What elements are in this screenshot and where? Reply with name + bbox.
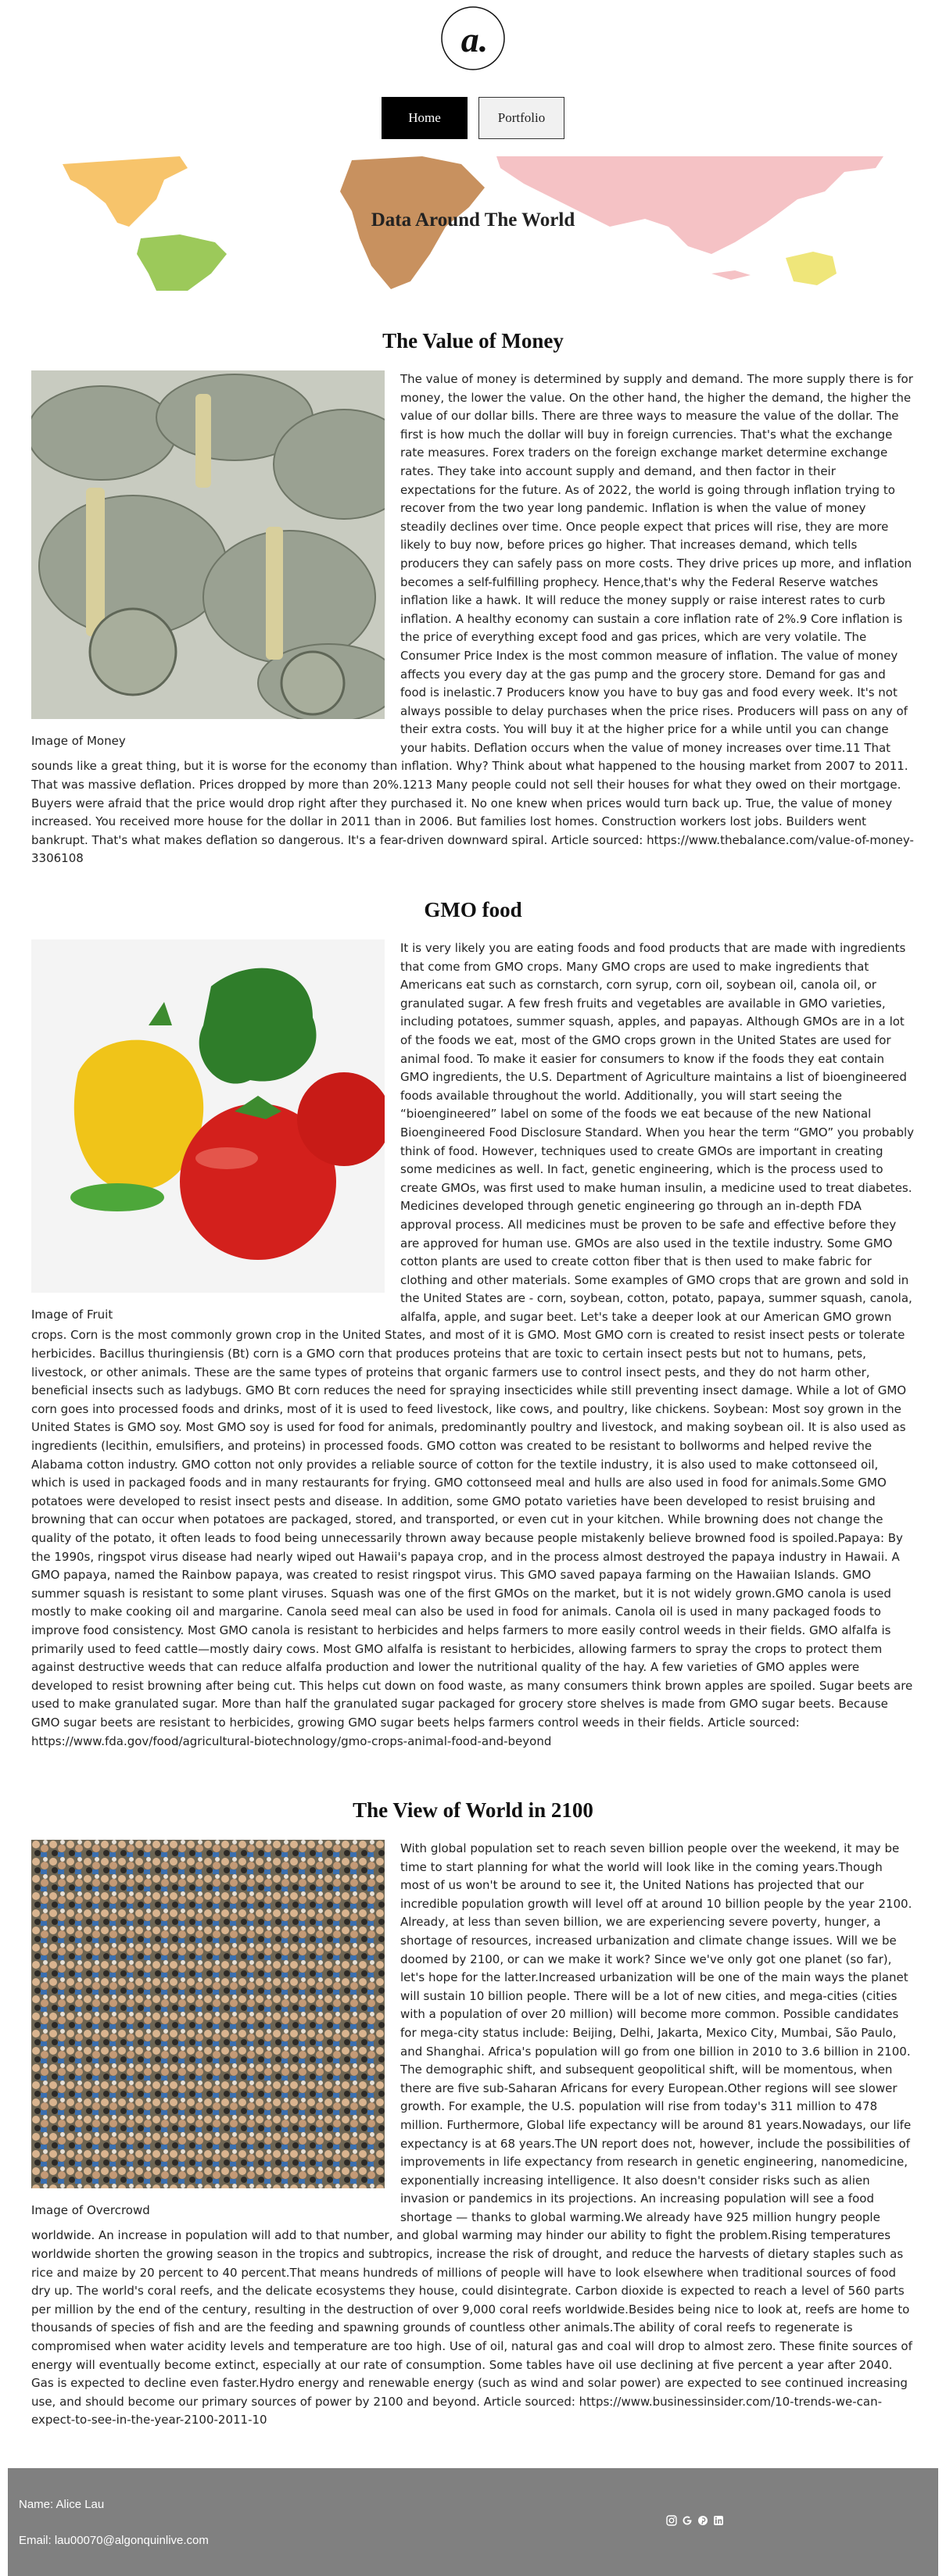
figure-money: Image of Money <box>31 370 385 749</box>
money-photo-icon <box>31 370 385 719</box>
fruit-image <box>31 939 385 1293</box>
image-caption: Image of Overcrowd <box>31 2203 150 2217</box>
nav-home-button[interactable]: Home <box>382 97 468 139</box>
section-body: Image of Money The value of money is det… <box>31 370 915 868</box>
section-title: The Value of Money <box>382 329 564 352</box>
crowd-photo-icon <box>31 1840 385 2188</box>
figure-overcrowd: Image of Overcrowd <box>31 1840 385 2218</box>
section-body: Image of Fruit It is very likely you are… <box>31 939 915 1751</box>
section-body: Image of Overcrowd With global populatio… <box>31 1840 915 2430</box>
linkedin-icon[interactable] <box>713 2515 724 2526</box>
footer-name: Name: Alice Lau <box>19 2498 105 2511</box>
main-nav: Home Portfolio <box>0 97 946 139</box>
image-caption: Image of Money <box>31 734 126 748</box>
logo-letter: a. <box>461 20 489 59</box>
vegetables-photo-icon <box>31 939 385 1293</box>
crowd-image <box>31 1840 385 2188</box>
map-islands <box>711 270 751 280</box>
image-caption: Image of Fruit <box>31 1308 113 1322</box>
footer-email: Email: lau00070@algonquinlive.com <box>19 2534 209 2547</box>
site-footer: Name: Alice Lau Email: lau00070@algonqui… <box>8 2468 938 2576</box>
map-south-america <box>137 234 227 291</box>
section-value-of-money: The Value of Money Image of Money The va… <box>31 327 915 868</box>
section-world-2100: The View of World in 2100 Image of Overc… <box>31 1796 915 2430</box>
money-image <box>31 370 385 719</box>
map-australia <box>786 252 837 285</box>
section-gmo-food: GMO food Image of Fruit It is very likel… <box>31 896 915 1751</box>
section-title: The View of World in 2100 <box>353 1798 593 1822</box>
instagram-icon[interactable] <box>666 2515 677 2526</box>
social-links <box>666 2515 724 2526</box>
logo-circle-icon: a. <box>441 6 505 70</box>
google-icon[interactable] <box>682 2515 693 2526</box>
section-title: GMO food <box>424 898 522 921</box>
nav-portfolio-button[interactable]: Portfolio <box>478 97 564 139</box>
banner-title: Data Around The World <box>371 209 575 231</box>
pinterest-icon[interactable] <box>697 2515 708 2526</box>
figure-fruit: Image of Fruit <box>31 939 385 1322</box>
map-asia <box>496 156 883 254</box>
site-logo[interactable]: a. <box>439 5 507 72</box>
